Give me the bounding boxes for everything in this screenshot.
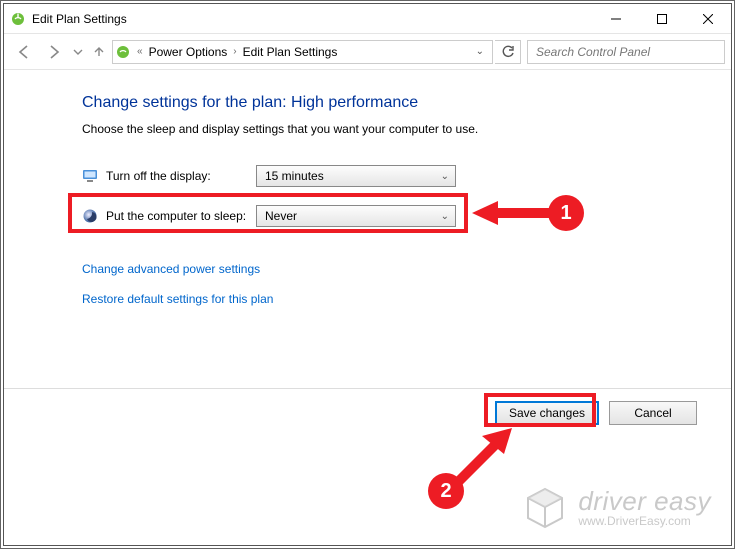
watermark-url: www.DriverEasy.com: [578, 515, 711, 528]
window-title: Edit Plan Settings: [32, 12, 127, 26]
annotation-badge-2: 2: [428, 473, 464, 509]
address-bar[interactable]: « Power Options › Edit Plan Settings ⌄: [112, 40, 493, 64]
minimize-button[interactable]: [593, 4, 639, 33]
address-icon: [115, 44, 131, 60]
breadcrumb-power-options[interactable]: Power Options: [149, 45, 228, 59]
chevron-down-icon: ⌄: [441, 211, 449, 222]
navbar: « Power Options › Edit Plan Settings ⌄: [4, 34, 731, 70]
sleep-dropdown-value: Never: [265, 209, 297, 223]
maximize-button[interactable]: [639, 4, 685, 33]
window: Edit Plan Settings: [3, 3, 732, 546]
display-icon: [82, 168, 98, 184]
button-bar: Save changes Cancel: [4, 388, 731, 436]
chevron-down-icon: ⌄: [441, 171, 449, 182]
close-button[interactable]: [685, 4, 731, 33]
refresh-button[interactable]: [495, 40, 521, 64]
setting-row-sleep: Put the computer to sleep: Never ⌄: [82, 204, 731, 228]
watermark-title: driver easy: [578, 488, 711, 515]
cancel-button[interactable]: Cancel: [609, 401, 697, 425]
address-dropdown-icon[interactable]: ⌄: [470, 46, 490, 57]
content-area: Change settings for the plan: High perfo…: [4, 70, 731, 545]
link-restore-defaults[interactable]: Restore default settings for this plan: [82, 292, 273, 306]
search-input[interactable]: [534, 44, 718, 60]
chevron-right-icon: «: [135, 46, 145, 57]
cube-icon: [522, 485, 568, 531]
page-description: Choose the sleep and display settings th…: [82, 122, 731, 136]
save-button[interactable]: Save changes: [495, 401, 599, 425]
display-dropdown-value: 15 minutes: [265, 169, 324, 183]
up-button[interactable]: [88, 38, 110, 66]
sleep-dropdown[interactable]: Never ⌄: [256, 205, 456, 227]
recent-locations-button[interactable]: [70, 38, 86, 66]
sleep-label: Put the computer to sleep:: [106, 209, 256, 223]
titlebar: Edit Plan Settings: [4, 4, 731, 34]
page-title: Change settings for the plan: High perfo…: [82, 94, 731, 112]
app-icon: [10, 11, 26, 27]
search-box[interactable]: [527, 40, 725, 64]
display-label: Turn off the display:: [106, 169, 256, 183]
back-button[interactable]: [10, 38, 38, 66]
sleep-icon: [82, 208, 98, 224]
setting-row-display: Turn off the display: 15 minutes ⌄: [82, 164, 731, 188]
watermark: driver easy www.DriverEasy.com: [522, 485, 711, 531]
display-dropdown[interactable]: 15 minutes ⌄: [256, 165, 456, 187]
forward-button[interactable]: [40, 38, 68, 66]
chevron-right-icon: ›: [231, 46, 238, 57]
link-advanced-settings[interactable]: Change advanced power settings: [82, 262, 260, 276]
breadcrumb-edit-plan[interactable]: Edit Plan Settings: [243, 45, 338, 59]
